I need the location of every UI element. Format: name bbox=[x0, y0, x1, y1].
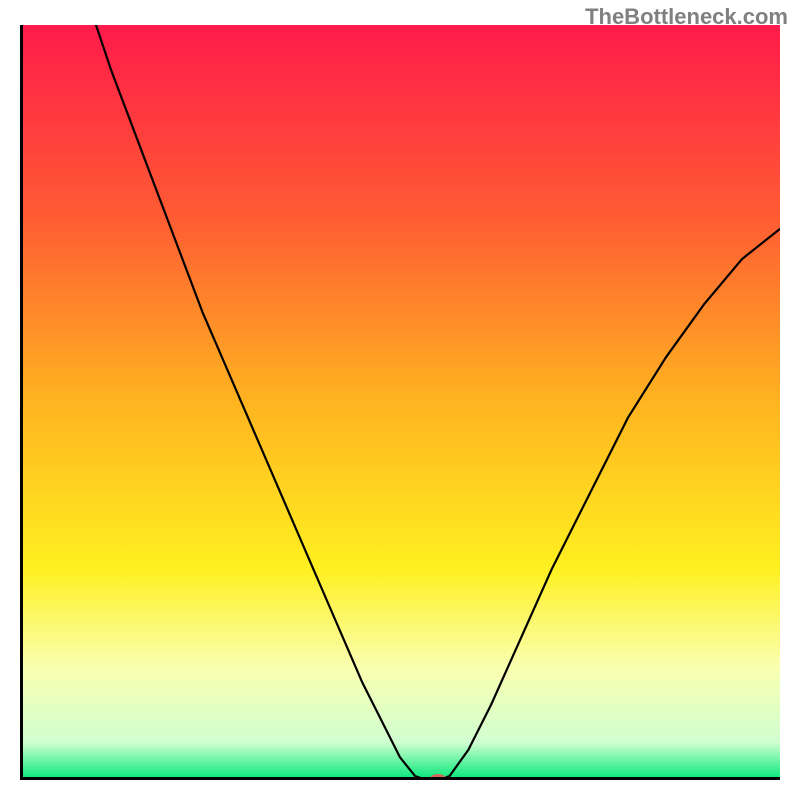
watermark-text: TheBottleneck.com bbox=[585, 4, 788, 30]
chart-container: TheBottleneck.com bbox=[0, 0, 800, 800]
plot-area bbox=[20, 25, 780, 780]
gradient-background bbox=[20, 25, 780, 780]
chart-svg bbox=[20, 25, 780, 780]
